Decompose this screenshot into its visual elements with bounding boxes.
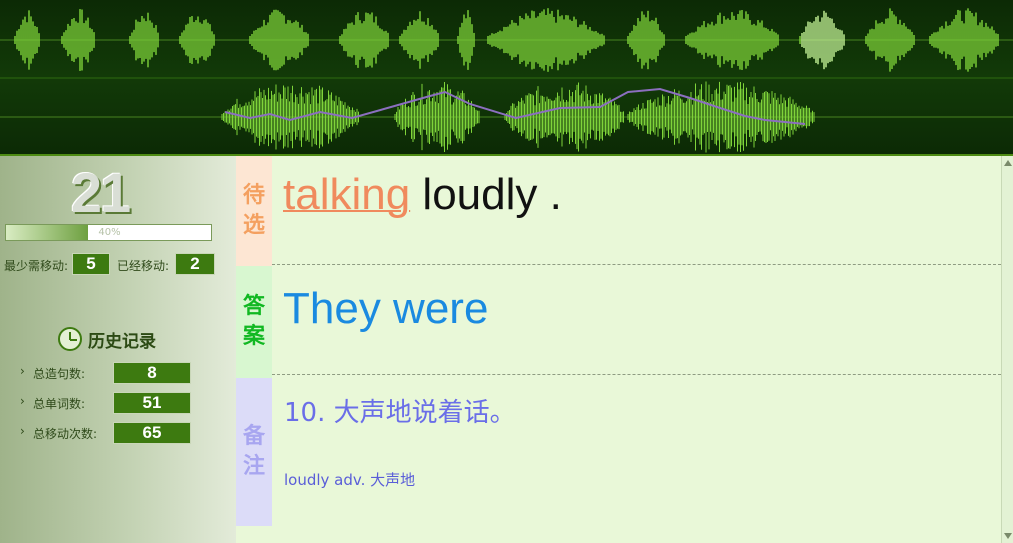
history-row-moves: › 总移动次数: 65 — [18, 422, 192, 444]
chevron-right-icon: › — [20, 424, 25, 438]
history-label: 总造句数: — [33, 367, 86, 381]
answer-section: 答 案 They were — [236, 266, 1001, 378]
history-value: 51 — [113, 392, 191, 414]
section-divider — [272, 374, 1001, 375]
answer-tag-char: 答 — [242, 294, 265, 319]
moved-value: 2 — [175, 253, 215, 275]
progress-label: 40% — [98, 227, 121, 238]
notes-section: 备 注 10. 大声地说着话。 loudly adv. 大声地 — [236, 378, 1001, 526]
chevron-right-icon: › — [20, 394, 25, 408]
answer-tag: 答 案 — [236, 266, 272, 378]
stats-sidebar: 21 40% 最少需移动: 5 已经移动: 2 历史记录 › 总造句数: 8 ›… — [0, 156, 236, 543]
sentence-count: 21 — [70, 161, 131, 224]
note-translation: 10. 大声地说着话。 — [284, 398, 516, 428]
audio-waveform-panel[interactable] — [0, 0, 1013, 156]
min-moves-label: 最少需移动: — [4, 259, 69, 273]
clock-icon — [58, 327, 82, 351]
history-label: 总移动次数: — [33, 427, 98, 441]
word-chip-period[interactable]: . — [550, 170, 562, 219]
pending-section: 待 选 talking loudly . — [236, 156, 1001, 266]
vertical-scrollbar[interactable] — [1001, 156, 1013, 543]
exercise-panel: 待 选 talking loudly . 答 案 They were 备 注 1… — [236, 156, 1001, 543]
answer-tag-char: 案 — [242, 324, 265, 349]
word-chip-talking[interactable]: talking — [283, 170, 410, 219]
section-divider — [272, 264, 1001, 265]
word-chip-loudly[interactable]: loudly — [422, 170, 537, 219]
history-row-words: › 总单词数: 51 — [18, 392, 192, 414]
pending-words: talking loudly . — [283, 170, 562, 220]
history-row-sentences: › 总造句数: 8 — [18, 362, 192, 384]
notes-tag-char: 备 — [242, 424, 265, 449]
waveform-graphic — [0, 8, 1013, 153]
scroll-up-arrow-icon[interactable] — [1004, 160, 1012, 166]
notes-tag: 备 注 — [236, 378, 272, 526]
pending-tag-char: 待 — [242, 183, 265, 208]
progress-bar: 40% — [5, 224, 212, 241]
notes-tag-char: 注 — [242, 454, 265, 479]
pending-tag: 待 选 — [236, 156, 272, 266]
pending-tag-char: 选 — [242, 213, 265, 238]
history-value: 8 — [113, 362, 191, 384]
moved-label: 已经移动: — [117, 259, 170, 273]
history-header: 历史记录 — [58, 326, 156, 352]
note-vocabulary: loudly adv. 大声地 — [284, 471, 416, 489]
scroll-down-arrow-icon[interactable] — [1004, 533, 1012, 539]
history-value: 65 — [113, 422, 191, 444]
history-label: 总单词数: — [33, 397, 86, 411]
chevron-right-icon: › — [20, 364, 25, 378]
history-title: 历史记录 — [88, 331, 156, 352]
min-moves-value: 5 — [72, 253, 110, 275]
answer-sentence[interactable]: They were — [283, 284, 488, 334]
